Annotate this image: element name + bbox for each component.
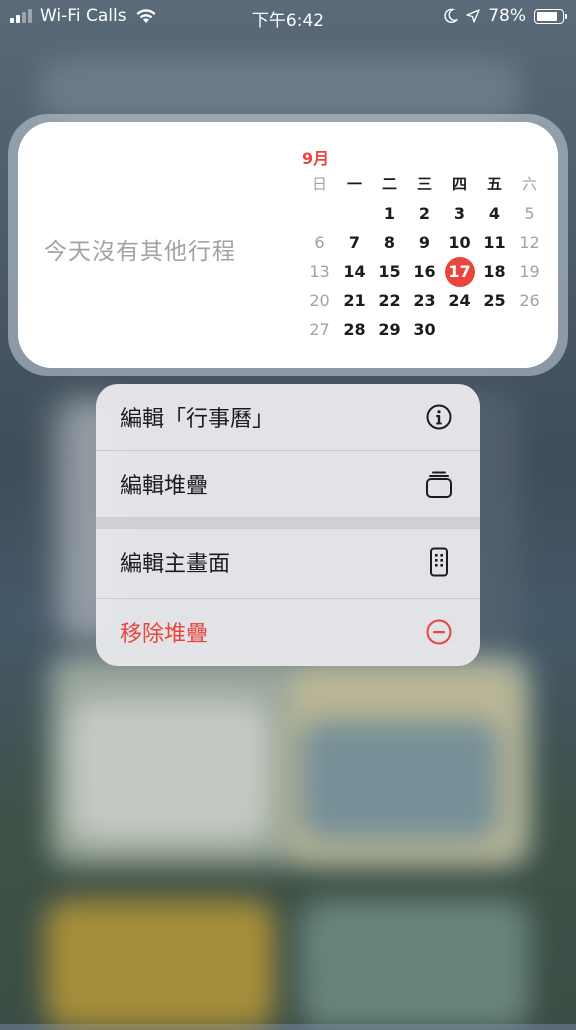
calendar-day-number: 10 — [448, 233, 471, 252]
calendar-day-number: 18 — [483, 262, 506, 281]
menu-item-label: 編輯主畫面 — [120, 552, 231, 577]
calendar-day-number: 15 — [378, 262, 401, 281]
calendar-day: 5 — [512, 199, 547, 228]
calendar-day: 22 — [372, 286, 407, 315]
phone-icon — [424, 547, 454, 577]
weekday-label: 五 — [486, 175, 502, 193]
calendar-day-number: 5 — [524, 204, 535, 223]
calendar-day: 13 — [302, 257, 337, 286]
context-menu: 編輯「行事曆」 編輯堆疊 編輯主畫面 移除堆疊 — [96, 384, 480, 666]
calendar-day-number: 26 — [519, 291, 540, 310]
minus-circle-icon — [424, 617, 454, 647]
menu-item-label: 編輯「行事曆」 — [120, 407, 275, 432]
background-app-blur — [45, 900, 275, 1030]
calendar-day-number: 27 — [309, 320, 330, 339]
calendar-day: 6 — [302, 228, 337, 257]
background-blur — [40, 60, 520, 120]
calendar-day-number: 21 — [343, 291, 366, 310]
weekday-label: 日 — [311, 175, 327, 193]
calendar-day: 2 — [407, 199, 442, 228]
menu-item-edit-home-screen[interactable]: 編輯主畫面 — [96, 529, 480, 595]
weekday-label: 二 — [381, 175, 397, 193]
calendar-day-number: 28 — [343, 320, 366, 339]
calendar-day: 8 — [372, 228, 407, 257]
battery-percent: 78% — [488, 6, 526, 26]
calendar-day-number: 17 — [448, 262, 471, 281]
moon-icon — [444, 8, 459, 23]
menu-item-remove-stack[interactable]: 移除堆疊 — [96, 599, 480, 665]
calendar-day-number: 2 — [418, 204, 431, 223]
menu-item-label: 移除堆疊 — [120, 622, 209, 647]
status-bar: Wi-Fi Calls 下午6:42 78% — [0, 0, 576, 34]
menu-group-gap — [96, 517, 480, 529]
no-events-text: 今天沒有其他行程 — [44, 239, 236, 265]
calendar-day-number: 12 — [519, 233, 540, 252]
battery-icon — [534, 8, 567, 24]
month-calendar: 9月 日一二三四五六 1 2 3 4 5 6 7 8 9 10 11 12 13 14 15 16 17 18 19 2… — [302, 148, 547, 344]
menu-item-edit-stack[interactable]: 編輯堆疊 — [96, 451, 480, 517]
calendar-day: 1 — [372, 199, 407, 228]
month-title: 9月 — [302, 149, 330, 168]
calendar-day: 12 — [512, 228, 547, 257]
background-blur — [300, 720, 500, 840]
calendar-day: 11 — [477, 228, 512, 257]
calendar-day: 16 — [407, 257, 442, 286]
calendar-day: 10 — [442, 228, 477, 257]
calendar-day: 28 — [337, 315, 372, 344]
calendar-day: 15 — [372, 257, 407, 286]
calendar-day: 30 — [407, 315, 442, 344]
background-blur — [70, 700, 270, 840]
calendar-day-number: 22 — [378, 291, 401, 310]
stack-icon — [424, 469, 454, 499]
weekday-label: 四 — [451, 175, 467, 193]
weekday-label: 三 — [416, 175, 432, 193]
info-icon — [424, 402, 454, 432]
calendar-day: 19 — [512, 257, 547, 286]
calendar-day-number: 9 — [418, 233, 431, 252]
weekday-label: 六 — [521, 175, 537, 193]
calendar-day-number: 11 — [483, 233, 506, 252]
location-arrow-icon — [466, 9, 480, 23]
calendar-day-number: 14 — [343, 262, 366, 281]
calendar-day: 20 — [302, 286, 337, 315]
menu-item-label: 編輯堆疊 — [120, 474, 209, 499]
calendar-day-number: 6 — [314, 233, 325, 252]
calendar-day-number: 7 — [348, 233, 361, 252]
calendar-day-number: 13 — [309, 262, 330, 281]
calendar-day: 7 — [337, 228, 372, 257]
calendar-widget[interactable]: 今天沒有其他行程 9月 日一二三四五六 1 2 3 4 5 6 7 8 9 10 11 12 13 14 15… — [18, 122, 558, 368]
calendar-day: 18 — [477, 257, 512, 286]
calendar-day: 25 — [477, 286, 512, 315]
calendar-day: 9 — [407, 228, 442, 257]
calendar-day: 26 — [512, 286, 547, 315]
calendar-day-number: 8 — [383, 233, 396, 252]
calendar-day-number: 16 — [413, 262, 436, 281]
calendar-day: 27 — [302, 315, 337, 344]
calendar-day: 29 — [372, 315, 407, 344]
calendar-day: 24 — [442, 286, 477, 315]
background-app-blur — [300, 900, 530, 1030]
calendar-day: 14 — [337, 257, 372, 286]
calendar-day-number: 3 — [453, 204, 466, 223]
calendar-day-number: 1 — [383, 204, 396, 223]
calendar-day-number: 25 — [483, 291, 506, 310]
calendar-day-number: 29 — [378, 320, 401, 339]
calendar-day: 23 — [407, 286, 442, 315]
calendar-day: 3 — [442, 199, 477, 228]
calendar-day: 21 — [337, 286, 372, 315]
calendar-day-number: 24 — [448, 291, 471, 310]
menu-item-edit-calendar[interactable]: 編輯「行事曆」 — [96, 384, 480, 450]
calendar-day-number: 23 — [413, 291, 436, 310]
calendar-day-number: 4 — [488, 204, 501, 223]
calendar-grid: 日一二三四五六 1 2 3 4 5 6 7 8 9 10 11 12 13 14 15 16 17 18 19 20 21… — [302, 170, 547, 344]
calendar-day-number: 30 — [413, 320, 436, 339]
weekday-label: 一 — [346, 175, 362, 193]
calendar-day-number: 19 — [519, 262, 540, 281]
calendar-day-today: 17 — [442, 256, 477, 287]
calendar-day-number: 20 — [309, 291, 330, 310]
calendar-day: 4 — [477, 199, 512, 228]
